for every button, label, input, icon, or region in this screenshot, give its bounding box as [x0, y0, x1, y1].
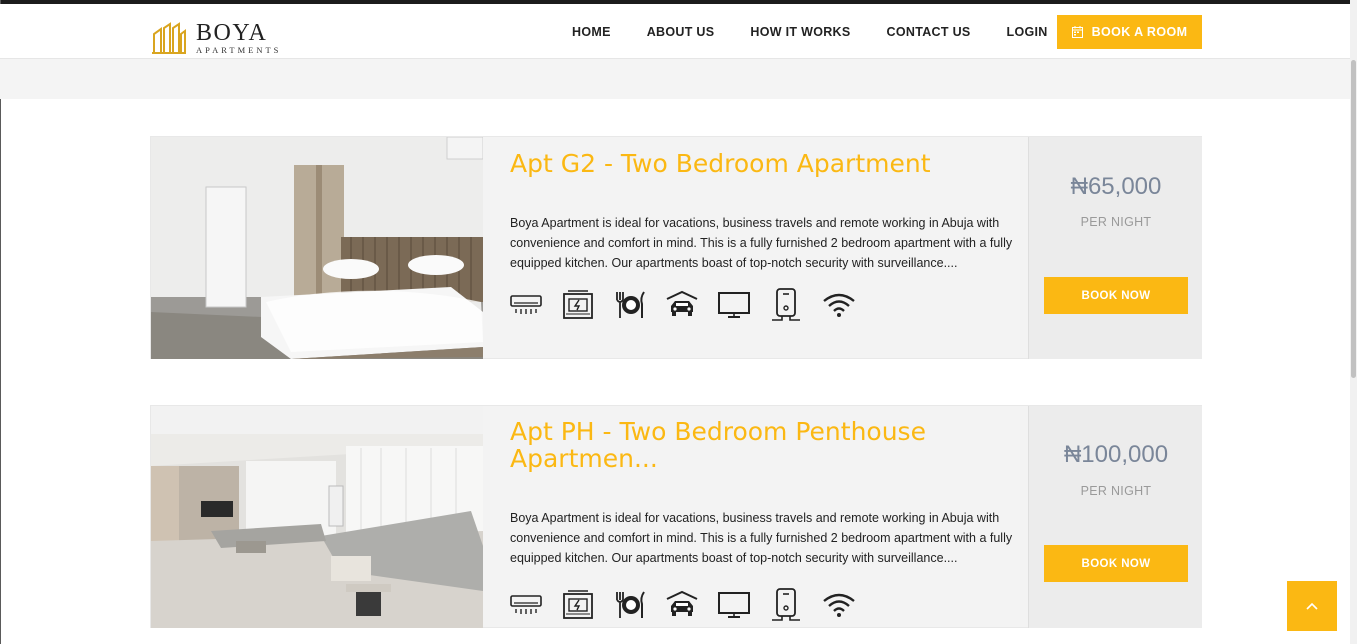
back-to-top-button[interactable]	[1287, 581, 1337, 631]
nav-how-it-works[interactable]: HOW IT WORKS	[732, 25, 868, 39]
parking-icon	[666, 588, 718, 622]
parking-icon	[666, 288, 718, 322]
listing-title[interactable]: Apt G2 - Two Bedroom Apartment	[510, 150, 1030, 177]
listing-description: Boya Apartment is ideal for vacations, b…	[510, 216, 1013, 270]
listing-price: ₦65,000	[1070, 173, 1162, 200]
dining-icon	[614, 588, 666, 622]
tv-icon	[718, 288, 770, 322]
air-conditioner-icon	[510, 288, 562, 322]
book-a-room-label: BOOK A ROOM	[1091, 25, 1188, 39]
listing-photo-living-room[interactable]	[151, 406, 483, 628]
listing-price: ₦100,000	[1063, 441, 1169, 468]
scrollbar-thumb[interactable]	[1351, 60, 1356, 378]
building-logo-icon	[152, 22, 186, 54]
brand-name: BOYA	[196, 19, 268, 46]
price-unit: PER NIGHT	[1080, 484, 1152, 498]
page-banner-strip	[0, 59, 1350, 99]
wifi-icon	[822, 288, 874, 322]
listing-card: Apt PH - Two Bedroom Penthouse Apartmen.…	[150, 405, 1202, 628]
price-panel: ₦65,000 PER NIGHT BOOK NOW	[1028, 137, 1202, 359]
book-now-button[interactable]: BOOK NOW	[1044, 277, 1188, 314]
amenities-row	[510, 588, 1030, 622]
brand-subtitle: APARTMENTS	[196, 44, 282, 55]
tv-icon	[718, 588, 770, 622]
nav-about-us[interactable]: ABOUT US	[629, 25, 733, 39]
water-heater-icon	[770, 588, 822, 622]
wifi-icon	[822, 588, 874, 622]
listing-description: Boya Apartment is ideal for vacations, b…	[510, 511, 1013, 565]
chevron-up-icon	[1306, 602, 1318, 610]
generator-icon	[562, 288, 614, 322]
generator-icon	[562, 588, 614, 622]
listing-photo-bedroom[interactable]	[151, 137, 483, 359]
price-panel: ₦100,000 PER NIGHT BOOK NOW	[1028, 406, 1202, 628]
price-unit: PER NIGHT	[1080, 215, 1152, 229]
nav-login[interactable]: LOGIN	[989, 25, 1066, 39]
book-a-room-button[interactable]: BOOK A ROOM	[1057, 15, 1202, 49]
water-heater-icon	[770, 288, 822, 322]
listing-card: Apt G2 - Two Bedroom Apartment Boya Apar…	[150, 136, 1202, 359]
main-nav: HOME ABOUT US HOW IT WORKS CONTACT US LO…	[554, 4, 1066, 59]
book-now-button[interactable]: BOOK NOW	[1044, 545, 1188, 582]
air-conditioner-icon	[510, 588, 562, 622]
nav-contact-us[interactable]: CONTACT US	[869, 25, 989, 39]
amenities-row	[510, 288, 1030, 322]
dining-icon	[614, 288, 666, 322]
brand-logo[interactable]: BOYA APARTMENTS	[152, 18, 281, 54]
calendar-icon	[1071, 26, 1083, 38]
nav-home[interactable]: HOME	[554, 25, 629, 39]
listing-title[interactable]: Apt PH - Two Bedroom Penthouse Apartmen.…	[510, 418, 970, 472]
